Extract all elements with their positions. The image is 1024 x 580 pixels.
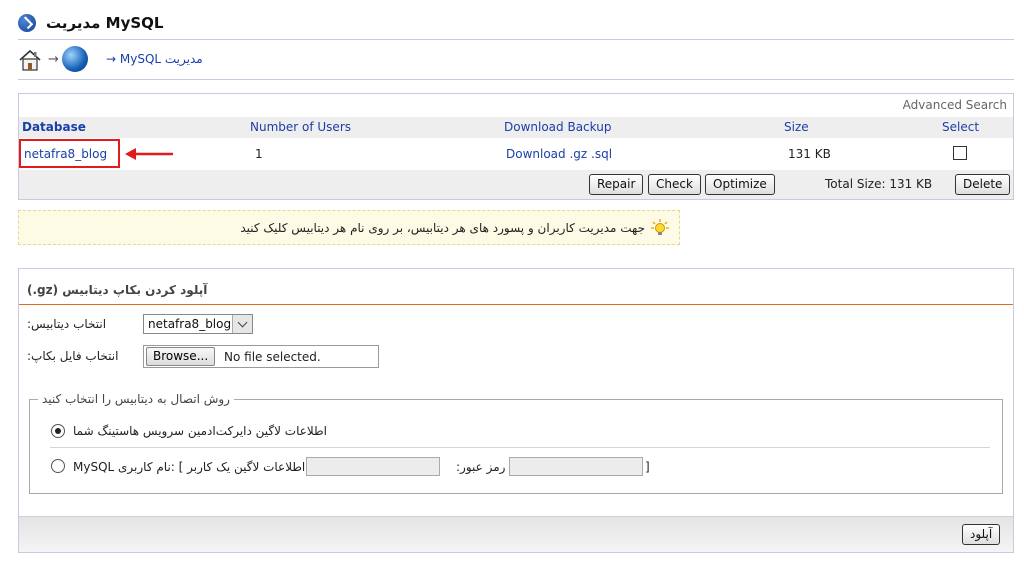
globe-icon[interactable] xyxy=(62,46,88,72)
mysql-username-input[interactable] xyxy=(306,457,440,476)
users-count: 1 xyxy=(255,147,263,161)
select-database-label: :انتخاب دیتابیس xyxy=(27,317,107,331)
check-button[interactable]: Check xyxy=(648,174,701,195)
title-bar: مدیریت MySQL xyxy=(18,8,1014,40)
column-backup: Download Backup xyxy=(504,120,612,134)
upload-backup-panel: (.gz) آپلود کردن بکاپ دیتابیس :انتخاب دی… xyxy=(18,268,1014,553)
table-row: netafra8_blog 1 Download .gz .sql 131 KB xyxy=(19,139,1013,168)
optimize-button[interactable]: Optimize xyxy=(705,174,775,195)
connection-method-legend: روش اتصال به دیتابیس را انتخاب کنید xyxy=(38,392,234,406)
total-size: Total Size: 131 KB xyxy=(825,177,933,191)
database-size: 131 KB xyxy=(788,147,831,161)
breadcrumb-mysql-link[interactable]: → MySQL مدیریت xyxy=(106,52,203,66)
password-label: :رمز عبور xyxy=(456,460,506,474)
databases-panel: Advanced Search Database Number of Users… xyxy=(18,93,1014,200)
radio-mysql-login[interactable] xyxy=(51,459,65,473)
column-size[interactable]: Size xyxy=(784,120,809,134)
bracket-close: ] xyxy=(645,460,650,474)
select-checkbox[interactable] xyxy=(953,146,967,160)
breadcrumb: → → MySQL مدیریت xyxy=(18,44,1014,80)
column-select: Select xyxy=(942,120,980,134)
table-footer: Repair Check Optimize Total Size: 131 KB… xyxy=(19,170,1013,199)
upload-footer: آپلود xyxy=(19,516,1013,552)
database-select[interactable]: netafra8_blog xyxy=(143,314,253,334)
page-title: مدیریت MySQL xyxy=(46,14,164,32)
arrow-right-circle-icon xyxy=(18,14,36,32)
lightbulb-icon xyxy=(651,219,669,235)
advanced-search-link[interactable]: Advanced Search xyxy=(903,98,1007,112)
info-box: جهت مدیریت کاربران و پسورد های هر دیتابی… xyxy=(18,210,680,245)
home-icon[interactable] xyxy=(18,48,42,72)
database-select-value: netafra8_blog xyxy=(148,317,232,331)
chevron-down-icon[interactable] xyxy=(232,315,252,333)
connection-method-fieldset: روش اتصال به دیتابیس را انتخاب کنید اطلا… xyxy=(29,392,1003,494)
backup-file-input[interactable]: Browse... No file selected. xyxy=(143,345,379,368)
file-status: No file selected. xyxy=(224,350,321,364)
upload-title: (.gz) آپلود کردن بکاپ دیتابیس xyxy=(27,283,208,297)
select-file-label: :انتخاب فایل بکاپ xyxy=(27,349,119,363)
database-name-link[interactable]: netafra8_blog xyxy=(24,147,107,161)
browse-button[interactable]: Browse... xyxy=(146,347,216,366)
direct-login-label: اطلاعات لاگین دایرکت‌ادمین سرویس هاستینگ… xyxy=(73,424,327,438)
mysql-password-input[interactable] xyxy=(509,457,643,476)
radio-direct-login[interactable] xyxy=(51,424,65,438)
mysql-login-label: MySQL اطلاعات لاگین یک کاربر ] :نام کارب… xyxy=(73,460,306,474)
table-header: Database Number of Users Download Backup… xyxy=(19,117,1013,138)
breadcrumb-separator: → xyxy=(48,52,59,67)
arrow-left-icon xyxy=(125,148,173,160)
download-backup-links[interactable]: Download .gz .sql xyxy=(506,147,612,161)
info-text: جهت مدیریت کاربران و پسورد های هر دیتابی… xyxy=(240,221,645,235)
upload-button[interactable]: آپلود xyxy=(962,524,1001,545)
delete-button[interactable]: Delete xyxy=(955,174,1011,195)
divider xyxy=(50,447,990,448)
column-database[interactable]: Database xyxy=(22,120,86,134)
upload-header: (.gz) آپلود کردن بکاپ دیتابیس xyxy=(19,269,1013,305)
repair-button[interactable]: Repair xyxy=(589,174,644,195)
column-users[interactable]: Number of Users xyxy=(250,120,351,134)
